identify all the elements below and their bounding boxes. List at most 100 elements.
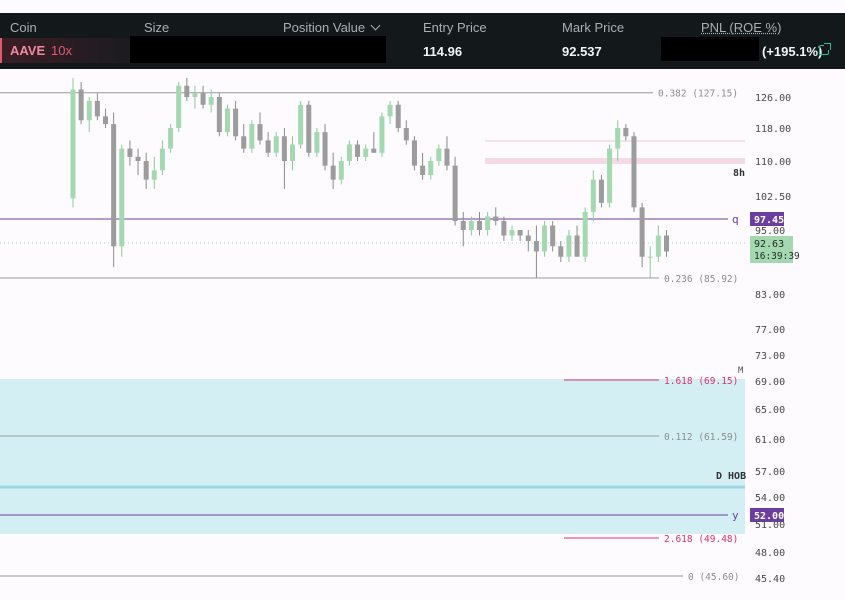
price-axis-tick-7: 73.00 (755, 351, 785, 362)
candle-body (298, 104, 304, 145)
fib-label-3: 0.112 (61.59) (664, 432, 738, 443)
price-chart[interactable]: 0.382 (127.15) 0.236 (85.92) 1.618 (69.15)… (0, 0, 845, 600)
fib-label-1: 0.236 (85.92) (664, 274, 738, 285)
price-axis-tick-8: 69.00 (755, 377, 785, 388)
candle-body (119, 148, 125, 247)
candle-body (290, 144, 296, 161)
candle-body (103, 116, 109, 125)
price-axis-tick-15: 45.40 (755, 574, 785, 585)
candle-body (241, 136, 247, 149)
candle-body (485, 216, 491, 230)
candle-body (314, 132, 320, 153)
candle-body (420, 165, 426, 175)
redacted-size-value (130, 36, 386, 63)
position-panel: Coin Size Position Value Entry Price Mar… (0, 13, 845, 69)
pnl-roe-value: (+195.1%) (762, 44, 823, 59)
candle-body (623, 128, 629, 137)
price-axis-tick-10: 61.00 (755, 435, 785, 446)
candle-body (94, 100, 100, 117)
candle-body (111, 124, 117, 247)
mark-price-value: 92.537 (562, 44, 602, 59)
candle-body (403, 128, 409, 141)
price-axis-tick-12: 54.00 (755, 493, 785, 504)
price-axis-tick-9: 65.00 (755, 405, 785, 416)
candle-body (249, 124, 255, 149)
candle-body (598, 179, 604, 203)
candle-body (607, 148, 613, 203)
price-axis-tick-11: 57.00 (755, 467, 785, 478)
candle-body (509, 230, 515, 236)
candle-body (273, 136, 279, 153)
price-axis-tick-6: 77.00 (755, 325, 785, 336)
coin-cell[interactable]: AAVE 10x (0, 38, 130, 63)
zone-label: D HOB (716, 471, 746, 482)
price-axis-tick-13: 51.00 (755, 520, 785, 531)
candle-body (184, 85, 190, 97)
candle-body (143, 161, 149, 180)
key-level-price-label-0: 97.45 (754, 215, 784, 226)
chevron-down-icon (370, 20, 381, 31)
price-axis-tick-2: 110.00 (755, 157, 791, 168)
candle-body (135, 156, 141, 161)
candle-body (78, 89, 84, 121)
mark-price-column-header[interactable]: Mark Price (562, 20, 624, 35)
candle-body (663, 235, 669, 252)
candle-body (281, 136, 287, 161)
candle-body (615, 128, 621, 149)
candle-body (542, 225, 548, 252)
candle-body (477, 221, 482, 230)
candle-body (371, 148, 377, 153)
candle-body (452, 165, 458, 222)
pnl-column-header[interactable]: PNL (ROE %) (701, 20, 781, 35)
candle-body (168, 128, 174, 149)
candle-body (566, 235, 572, 257)
candle-body (517, 230, 523, 236)
candle-body (525, 235, 531, 241)
m-label: M (738, 366, 744, 376)
price-axis-tick-1: 118.00 (755, 124, 791, 135)
candle-body (151, 170, 157, 180)
candle-body (468, 221, 474, 230)
fib-label-4: 2.618 (49.48) (664, 534, 738, 545)
coin-column-header[interactable]: Coin (10, 20, 37, 35)
resistance-band (485, 158, 745, 164)
candle-body (330, 165, 336, 180)
price-axis-tick-0: 126.00 (755, 93, 791, 104)
leverage-badge: 10x (51, 43, 72, 58)
candle-body (444, 148, 450, 166)
key-level-tag-0: q (732, 213, 739, 226)
candle-body (70, 89, 76, 199)
candle-body (200, 93, 206, 105)
size-column-header[interactable]: Size (144, 20, 169, 35)
position-value-label: Position Value (283, 20, 366, 35)
external-link-icon[interactable] (819, 43, 831, 55)
fib-label-2: 1.618 (69.15) (664, 376, 738, 387)
candle-body (582, 211, 588, 257)
candle-body (346, 144, 352, 161)
price-axis-tick-4: 95.00 (755, 226, 785, 237)
entry-price-column-header[interactable]: Entry Price (423, 20, 487, 35)
candle-body (355, 144, 361, 157)
candle-body (387, 104, 393, 117)
fib-label-0: 0.382 (127.15) (658, 89, 738, 100)
position-value-column-header[interactable]: Position Value (283, 20, 381, 35)
demand-zone (0, 379, 745, 534)
candle-body (558, 246, 564, 257)
key-level-tag-1: y (732, 509, 739, 522)
candle-body (493, 216, 499, 222)
candle-body (127, 148, 133, 157)
candle-body (395, 104, 401, 128)
candle-body (363, 148, 369, 157)
price-axis-tick-14: 48.00 (755, 548, 785, 559)
candle-body (574, 235, 580, 257)
redacted-pnl-value (661, 37, 759, 61)
candle-countdown: 16:39:39 (754, 251, 800, 262)
candle-body (224, 108, 230, 133)
candle-body (501, 221, 507, 236)
candle-body (631, 136, 637, 208)
price-axis-tick-3: 102.50 (755, 192, 791, 203)
candle-body (639, 207, 645, 257)
candle-body (159, 148, 165, 171)
coin-name: AAVE (10, 43, 46, 58)
candle-body (655, 235, 661, 257)
